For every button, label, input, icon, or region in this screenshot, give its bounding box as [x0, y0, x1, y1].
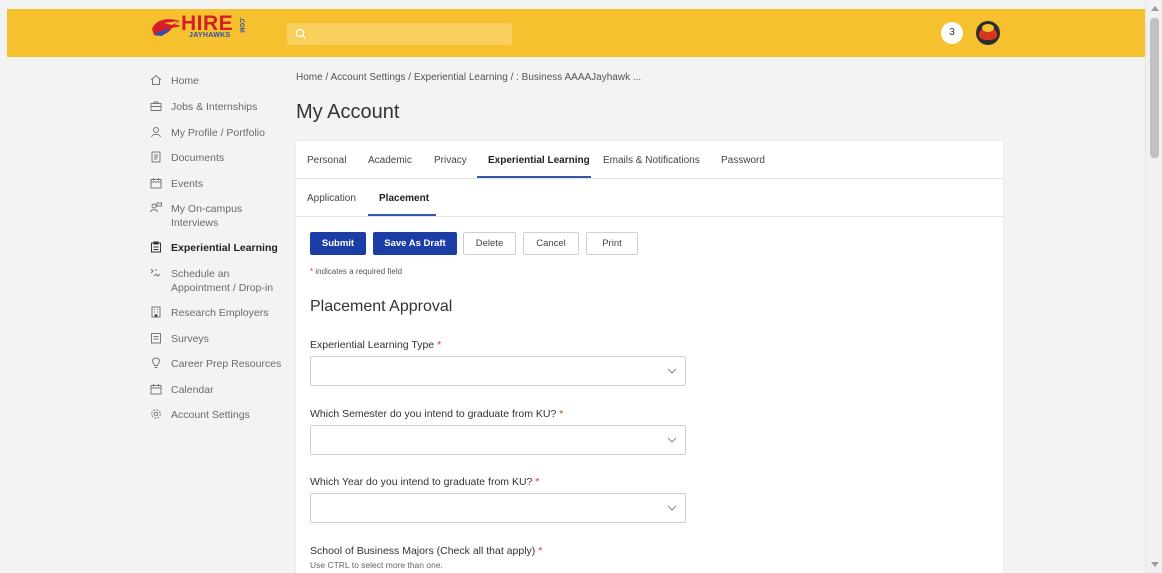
sidebar-item-account-settings[interactable]: Account Settings	[150, 408, 250, 422]
calendar-event-icon	[150, 178, 162, 189]
required-note-text: indicates a required field	[313, 267, 403, 276]
scroll-up-arrow-icon[interactable]	[1151, 6, 1159, 11]
chevron-down-icon	[667, 368, 677, 374]
sidebar-item-career-prep[interactable]: Career Prep Resources	[150, 357, 281, 371]
document-icon	[151, 151, 161, 163]
appointment-icon	[150, 268, 161, 277]
sidebar-item-surveys[interactable]: Surveys	[150, 332, 209, 346]
tab-personal[interactable]: Personal	[307, 155, 346, 166]
subtab-application[interactable]: Application	[307, 193, 356, 204]
sidebar-item-calendar[interactable]: Calendar	[150, 383, 214, 397]
gear-icon	[151, 409, 161, 419]
logo-subtext: JAYHAWKS	[189, 32, 231, 39]
sidebar-item-jobs[interactable]: Jobs & Internships	[150, 100, 257, 114]
lightbulb-icon	[152, 357, 160, 368]
experiential-learning-type-label: Experiential Learning Type *	[310, 339, 441, 351]
business-majors-label: School of Business Majors (Check all tha…	[310, 545, 542, 557]
sidebar-item-label: Career Prep Resources	[171, 358, 282, 370]
notification-count-badge[interactable]: 3	[941, 22, 963, 44]
field-label-text: Which Semester do you intend to graduate…	[310, 408, 557, 420]
required-field-note: * indicates a required field	[310, 267, 402, 276]
graduation-year-label: Which Year do you intend to graduate fro…	[310, 476, 539, 488]
tab-bar: Personal Academic Privacy Experiential L…	[296, 141, 1003, 179]
survey-icon	[151, 333, 161, 344]
briefcase-icon	[150, 101, 162, 111]
home-icon	[150, 74, 162, 85]
subtab-placement[interactable]: Placement	[379, 193, 429, 204]
sidebar-item-appointment[interactable]: Schedule an Appointment / Drop-in	[150, 267, 275, 295]
save-as-draft-button[interactable]: Save As Draft	[373, 232, 457, 255]
sidebar-item-profile[interactable]: My Profile / Portfolio	[150, 126, 265, 140]
sidebar-item-label: Research Employers	[171, 307, 269, 319]
sidebar-item-documents[interactable]: Documents	[150, 151, 224, 165]
sidebar-item-experiential-learning[interactable]: Experiential Learning	[150, 241, 278, 255]
sidebar-item-label: Schedule an Appointment / Drop-in	[171, 268, 274, 294]
scroll-down-arrow-icon[interactable]	[1151, 562, 1159, 567]
submit-button[interactable]: Submit	[310, 232, 366, 255]
sidebar-item-label: Events	[171, 178, 204, 190]
hire-jayhawks-logo[interactable]: HIRE JAYHAWKS .COM	[150, 12, 250, 43]
breadcrumb[interactable]: Home / Account Settings / Experiential L…	[296, 72, 641, 83]
sidebar-item-label: Surveys	[171, 333, 209, 345]
sidebar-item-home[interactable]: Home	[150, 74, 199, 88]
page-title: My Account	[296, 101, 400, 123]
calendar-icon	[150, 384, 162, 395]
sidebar-item-label: Jobs & Internships	[171, 101, 258, 113]
print-button[interactable]: Print	[586, 232, 638, 255]
jayhawk-bird-icon	[152, 19, 181, 36]
sidebar-item-label: Account Settings	[171, 409, 250, 421]
sidebar-item-label: Calendar	[171, 384, 214, 396]
sidebar-item-label: Home	[171, 75, 200, 87]
graduation-semester-label: Which Semester do you intend to graduate…	[310, 408, 563, 420]
tab-emails-notifications[interactable]: Emails & Notifications	[603, 155, 700, 166]
section-title: Placement Approval	[310, 298, 453, 315]
building-icon	[151, 306, 161, 318]
sidebar-item-research-employers[interactable]: Research Employers	[150, 306, 268, 320]
graduation-semester-select[interactable]	[310, 425, 686, 455]
field-label-text: School of Business Majors (Check all tha…	[310, 545, 536, 557]
required-star: *	[437, 339, 442, 351]
sidebar-item-label: Experiential Learning	[171, 242, 278, 254]
sidebar-item-interviews[interactable]: My On-campus Interviews	[150, 202, 270, 230]
graduation-year-select[interactable]	[310, 493, 686, 523]
clipboard-icon	[151, 241, 161, 253]
active-subtab-indicator	[368, 214, 436, 216]
business-majors-help: Use CTRL to select more than one.	[310, 560, 443, 570]
required-star: *	[535, 476, 540, 488]
experiential-learning-type-select[interactable]	[310, 356, 686, 386]
chevron-down-icon	[667, 505, 677, 511]
sidebar-item-label: My Profile / Portfolio	[171, 127, 265, 139]
chevron-down-icon	[667, 437, 677, 443]
user-icon	[151, 127, 161, 138]
cancel-button[interactable]: Cancel	[523, 232, 579, 255]
subtab-bar: Application Placement	[296, 179, 1003, 217]
logo-suffix: .COM	[238, 17, 244, 33]
sidebar-item-events[interactable]: Events	[150, 177, 203, 191]
field-label-text: Which Year do you intend to graduate fro…	[310, 476, 533, 488]
scrollbar-thumb[interactable]	[1150, 18, 1159, 158]
tab-password[interactable]: Password	[721, 155, 765, 166]
search-icon	[295, 28, 306, 39]
interview-icon	[150, 202, 162, 213]
active-tab-indicator	[477, 176, 591, 178]
delete-button[interactable]: Delete	[463, 232, 516, 255]
page: HIRE JAYHAWKS .COM 3 Home Jobs & Interns…	[0, 0, 1162, 573]
tab-academic[interactable]: Academic	[368, 155, 412, 166]
tab-privacy[interactable]: Privacy	[434, 155, 467, 166]
field-label-text: Experiential Learning Type	[310, 339, 435, 351]
sidebar-item-label: Documents	[171, 152, 225, 164]
search-input[interactable]	[287, 23, 512, 45]
page-scrollbar[interactable]	[1145, 0, 1162, 573]
required-star: *	[538, 545, 543, 557]
required-star: *	[559, 408, 564, 420]
sidebar-item-label: My On-campus Interviews	[171, 203, 243, 229]
tab-experiential-learning[interactable]: Experiential Learning	[488, 155, 590, 166]
account-card: Personal Academic Privacy Experiential L…	[296, 141, 1003, 573]
avatar[interactable]	[976, 21, 1000, 45]
